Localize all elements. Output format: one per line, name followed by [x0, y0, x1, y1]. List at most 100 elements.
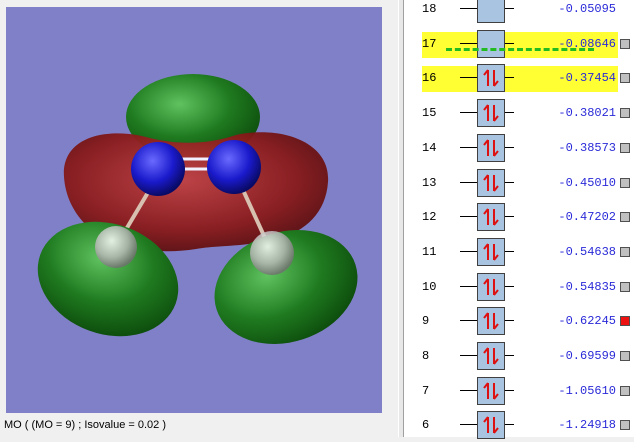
orbital-box[interactable]: [477, 0, 505, 23]
orbital-box[interactable]: [477, 64, 505, 93]
orbital-select-checkbox[interactable]: [620, 351, 630, 361]
electron-pair-icon: [483, 416, 499, 435]
molecular-orbital-render[interactable]: [6, 7, 382, 413]
orbital-box[interactable]: [477, 133, 505, 162]
orbital-select-checkbox[interactable]: [620, 281, 630, 292]
electron-pair-icon: [483, 243, 499, 261]
nitrogen-atom-right: [207, 140, 261, 194]
electron-pair-icon: [483, 139, 499, 157]
orbital-row[interactable]: 11 -0.54638: [422, 235, 630, 269]
orbital-select-checkbox[interactable]: [620, 246, 630, 257]
orbital-index: 13: [422, 175, 437, 190]
orbital-index: 17: [422, 36, 437, 51]
orbital-box[interactable]: [477, 237, 505, 266]
orbital-select-checkbox[interactable]: [620, 385, 630, 396]
spin-up-arrow-icon: [483, 173, 489, 191]
orbital-index: 15: [422, 106, 437, 121]
spin-down-arrow-icon: [493, 382, 499, 400]
spin-down-arrow-icon: [493, 278, 499, 296]
orbital-box[interactable]: [477, 29, 505, 58]
orbital-energy-diagram: 18 -0.05095 17 -0.08646 16 -0.37454 15 -0.38021…: [404, 0, 634, 440]
orbital-energy: -0.37454: [558, 71, 616, 86]
orbital-select-checkbox[interactable]: [620, 73, 630, 84]
orbital-energy: -0.54638: [558, 244, 616, 259]
orbital-index: 18: [422, 2, 437, 16]
orbital-row[interactable]: 18 -0.05095: [422, 0, 618, 26]
orbital-energy: -0.45010: [558, 175, 616, 190]
spin-up-arrow-icon: [483, 139, 489, 156]
electron-pair-icon: [483, 173, 499, 192]
orbital-select-checkbox[interactable]: [620, 38, 630, 49]
orbital-box[interactable]: [477, 376, 505, 405]
orbital-energy: -0.38573: [558, 140, 616, 155]
orbital-level[interactable]: [460, 200, 514, 234]
orbital-select-checkbox[interactable]: [620, 142, 630, 153]
status-line: MO ( (MO = 9) ; Isovalue = 0.02 ): [4, 419, 166, 431]
spin-down-arrow-icon: [493, 139, 499, 157]
orbital-index: 9: [422, 314, 430, 329]
orbital-level[interactable]: [460, 339, 514, 373]
orbital-index: 10: [422, 279, 437, 294]
orbital-energy: -0.05095: [558, 2, 616, 16]
orbital-box[interactable]: [477, 307, 505, 336]
orbital-level[interactable]: [460, 61, 514, 95]
spin-up-arrow-icon: [483, 243, 489, 260]
orbital-row[interactable]: 14 -0.38573: [422, 131, 630, 165]
orbital-box[interactable]: [477, 168, 505, 197]
orbital-energy: -0.62245: [558, 314, 616, 329]
spin-up-arrow-icon: [483, 416, 489, 434]
orbital-level[interactable]: [460, 235, 514, 269]
electron-pair-icon: [483, 347, 499, 365]
orbital-row[interactable]: 9 -0.62245: [422, 304, 630, 338]
spin-up-arrow-icon: [483, 208, 489, 226]
electron-pair-icon: [483, 104, 499, 122]
electron-pair-icon: [483, 277, 499, 296]
orbital-energy: -0.38021: [558, 106, 616, 121]
orbital-row[interactable]: 16 -0.37454: [422, 61, 630, 95]
orbital-level[interactable]: [460, 131, 514, 165]
orbital-row[interactable]: 7 -1.05610: [422, 374, 630, 408]
orbital-index: 8: [422, 349, 430, 363]
orbital-level[interactable]: [460, 166, 514, 200]
orbital-box[interactable]: [477, 342, 505, 370]
molecule-viewer-panel: MO ( (MO = 9) ; Isovalue = 0.02 ): [0, 0, 399, 437]
orbital-box[interactable]: [477, 203, 505, 232]
orbital-box[interactable]: [477, 99, 505, 128]
molecule-3d-viewport[interactable]: [6, 7, 382, 413]
electron-pair-icon: [483, 208, 499, 226]
spin-up-arrow-icon: [483, 104, 489, 122]
hydrogen-atom-right: [250, 231, 294, 275]
orbital-select-checkbox[interactable]: [620, 420, 630, 431]
spin-up-arrow-icon: [483, 347, 489, 364]
orbital-row[interactable]: 17 -0.08646: [422, 27, 630, 61]
orbital-select-checkbox[interactable]: [620, 108, 630, 119]
orbital-box[interactable]: [477, 272, 505, 301]
orbital-row[interactable]: 8 -0.69599: [422, 339, 630, 373]
orbital-row[interactable]: 10 -0.54835: [422, 270, 630, 304]
orbital-row[interactable]: 15 -0.38021: [422, 96, 630, 130]
orbital-row[interactable]: 12 -0.47202: [422, 200, 630, 234]
nitrogen-atom-left: [131, 142, 185, 196]
spin-down-arrow-icon: [493, 243, 499, 261]
orbital-row[interactable]: 13 -0.45010: [422, 166, 630, 200]
spin-down-arrow-icon: [493, 209, 499, 226]
spin-up-arrow-icon: [483, 277, 489, 295]
orbital-level[interactable]: [460, 374, 514, 408]
spin-down-arrow-icon: [493, 105, 499, 122]
orbital-select-checkbox[interactable]: [620, 177, 630, 188]
spin-down-arrow-icon: [493, 313, 499, 330]
orbital-box[interactable]: [477, 411, 505, 440]
orbital-select-checkbox[interactable]: [620, 212, 630, 223]
spin-down-arrow-icon: [493, 70, 499, 88]
orbital-level[interactable]: [460, 0, 514, 26]
orbital-level[interactable]: [460, 304, 514, 338]
orbital-index: 16: [422, 71, 437, 86]
orbital-energy: -1.24918: [558, 418, 616, 433]
orbital-level[interactable]: [460, 27, 514, 61]
orbital-select-checkbox[interactable]: [620, 316, 630, 327]
electron-pair-icon: [483, 69, 499, 88]
orbital-level[interactable]: [460, 96, 514, 130]
orbital-level[interactable]: [460, 270, 514, 304]
hydrogen-atom-left: [95, 226, 137, 268]
orbital-energy: -0.47202: [558, 210, 616, 225]
